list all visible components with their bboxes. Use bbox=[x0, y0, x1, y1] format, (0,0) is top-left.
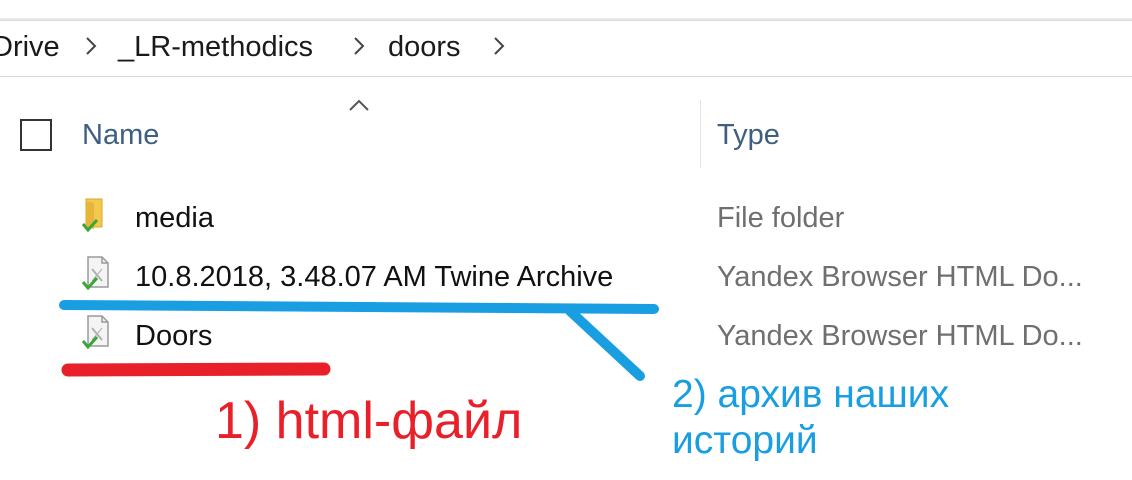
blue-pointer-stroke bbox=[565, 306, 645, 381]
annotation-archive-label-line2: историй bbox=[672, 419, 818, 462]
annotation-strokes bbox=[59, 300, 659, 381]
annotation-html-file-label: 1) html-файл bbox=[215, 392, 523, 450]
blue-underline-stroke bbox=[59, 300, 659, 314]
annotation-archive-label: 2) архив наших историй bbox=[672, 372, 949, 464]
annotation-archive-label-line1: 2) архив наших bbox=[672, 373, 950, 416]
red-underline-stroke bbox=[61, 362, 331, 377]
